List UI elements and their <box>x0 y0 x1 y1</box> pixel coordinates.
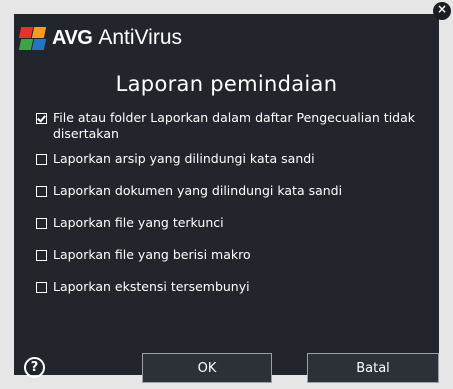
option-label: Laporkan dokumen yang dilindungi kata sa… <box>53 183 343 198</box>
avg-logo-icon <box>18 25 47 51</box>
option-excluded-items[interactable]: File atau folder Laporkan dalam daftar P… <box>36 110 431 142</box>
help-icon[interactable]: ? <box>24 357 45 378</box>
option-macro-files[interactable]: Laporkan file yang berisi makro <box>36 247 431 263</box>
cancel-button[interactable]: Batal <box>307 353 439 383</box>
option-label: Laporkan file yang terkunci <box>53 215 224 230</box>
brand-name: AVG <box>52 26 93 49</box>
option-password-documents[interactable]: Laporkan dokumen yang dilindungi kata sa… <box>36 183 431 199</box>
dialog-title: Laporan pemindaian <box>115 72 338 96</box>
close-button[interactable]: × <box>433 2 451 20</box>
option-label: Laporkan ekstensi tersembunyi <box>53 279 250 294</box>
ok-button[interactable]: OK <box>142 353 272 383</box>
checkbox-excluded-items[interactable] <box>36 113 47 124</box>
dialog-body: × AVG AntiVirus Laporan pemindaian File … <box>14 2 451 383</box>
checkbox-locked-files[interactable] <box>36 218 47 229</box>
option-locked-files[interactable]: Laporkan file yang terkunci <box>36 215 431 231</box>
option-label: File atau folder Laporkan dalam daftar P… <box>53 110 416 141</box>
product-name: AntiVirus <box>98 26 183 49</box>
dialog-header: AVG AntiVirus <box>18 24 183 52</box>
option-password-archives[interactable]: Laporkan arsip yang dilindungi kata sand… <box>36 151 431 167</box>
checkbox-hidden-extensions[interactable] <box>36 282 47 293</box>
option-label: Laporkan arsip yang dilindungi kata sand… <box>53 151 315 166</box>
report-settings-dialog: × AVG AntiVirus Laporan pemindaian File … <box>0 0 453 389</box>
option-label: Laporkan file yang berisi makro <box>53 247 251 262</box>
checkbox-password-documents[interactable] <box>36 186 47 197</box>
checkbox-password-archives[interactable] <box>36 154 47 165</box>
options-list: File atau folder Laporkan dalam daftar P… <box>36 110 431 295</box>
option-hidden-extensions[interactable]: Laporkan ekstensi tersembunyi <box>36 279 431 295</box>
checkbox-macro-files[interactable] <box>36 250 47 261</box>
